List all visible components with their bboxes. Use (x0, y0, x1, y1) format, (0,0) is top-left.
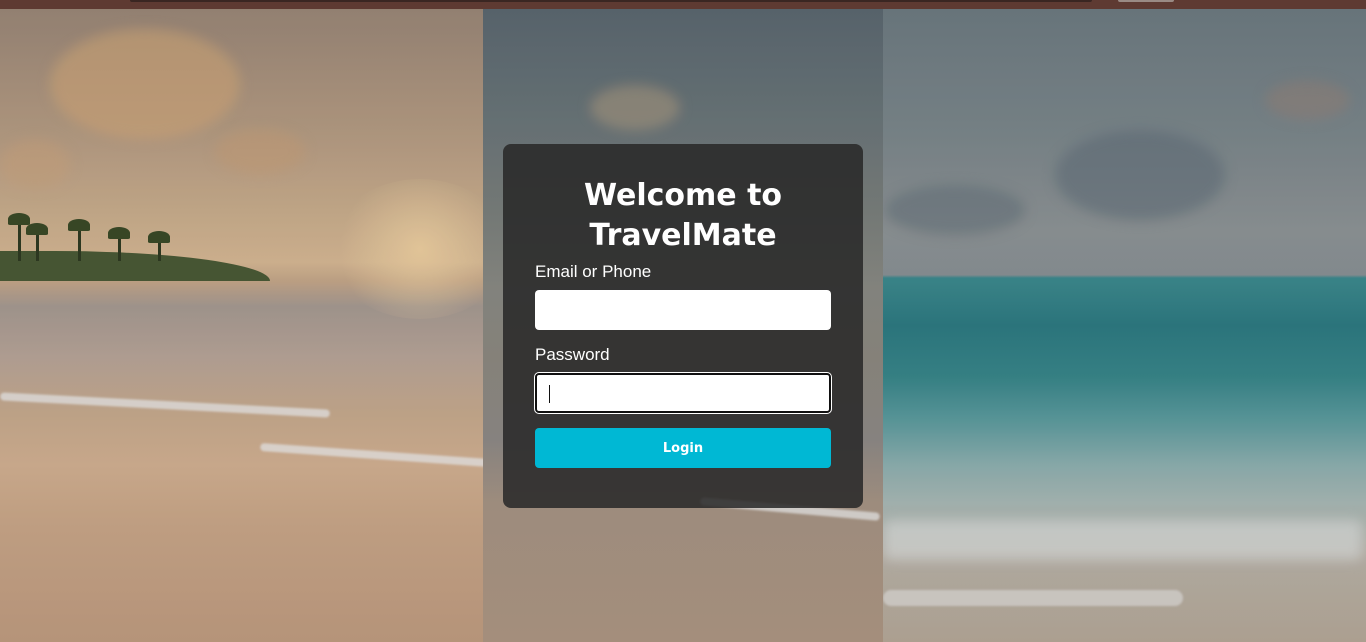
browser-address-bar[interactable] (130, 0, 1092, 2)
email-label: Email or Phone (535, 262, 652, 281)
login-button[interactable]: Login (535, 428, 831, 468)
login-title-line-1: Welcome to (583, 178, 783, 213)
login-title-line-2: TravelMate (589, 218, 777, 253)
login-card: Welcome to TravelMate Email or Phone Pas… (503, 144, 863, 508)
browser-toolbar-button[interactable] (1118, 0, 1174, 2)
text-caret (549, 385, 550, 403)
browser-top-strip (0, 0, 1366, 9)
email-field[interactable] (535, 290, 831, 330)
password-label: Password (535, 345, 610, 364)
password-field[interactable] (534, 372, 832, 414)
login-title: Welcome to TravelMate (535, 176, 831, 256)
